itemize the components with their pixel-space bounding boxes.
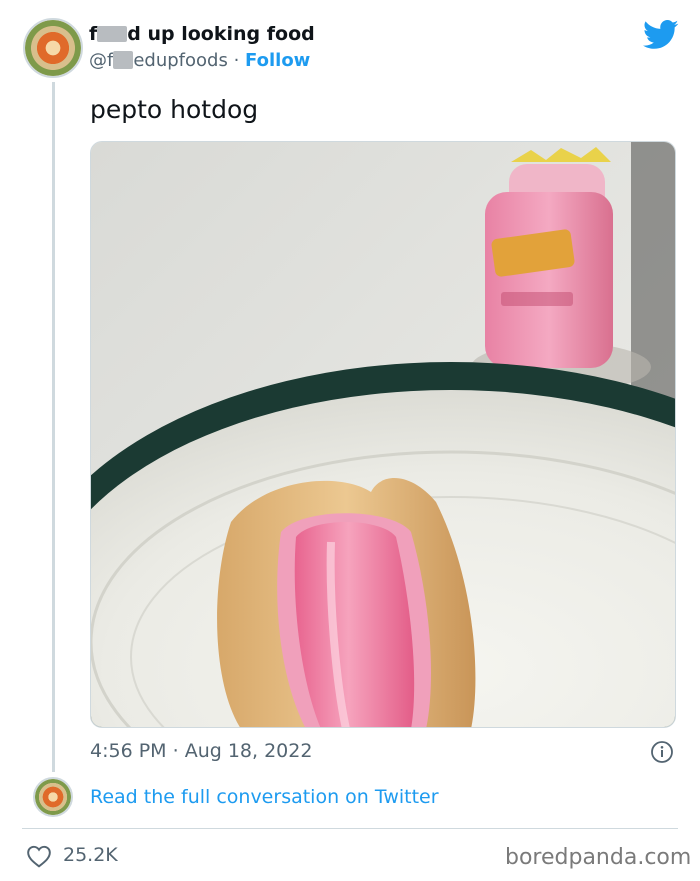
author-name-suffix: d up looking food bbox=[127, 23, 315, 45]
tweet-embed: fd up looking food @f edupfoods · Follow … bbox=[0, 0, 700, 881]
tweet-photo[interactable] bbox=[90, 141, 676, 728]
handle-suffix: edupfoods bbox=[133, 50, 228, 71]
read-conversation-link[interactable]: Read the full conversation on Twitter bbox=[90, 786, 439, 808]
author-name-prefix: f bbox=[89, 23, 98, 45]
twitter-bird-icon[interactable] bbox=[643, 20, 679, 50]
tweet-text: pepto hotdog bbox=[90, 95, 259, 124]
tweet-timestamp[interactable]: 4:56 PM · Aug 18, 2022 bbox=[90, 740, 312, 762]
separator: · bbox=[172, 740, 179, 762]
thread-line bbox=[52, 82, 55, 772]
conversation-avatar[interactable] bbox=[33, 777, 73, 817]
tweet-time: 4:56 PM bbox=[90, 740, 167, 762]
watermark: boredpanda.com bbox=[505, 845, 692, 870]
avatar[interactable] bbox=[23, 18, 83, 78]
separator: · bbox=[233, 50, 240, 71]
photo-illustration bbox=[91, 142, 675, 727]
censor-block bbox=[97, 26, 128, 42]
follow-button[interactable]: Follow bbox=[245, 50, 310, 71]
handle-prefix: @f bbox=[89, 50, 114, 71]
censor-block bbox=[113, 51, 134, 69]
heart-icon[interactable] bbox=[26, 844, 52, 868]
info-icon[interactable] bbox=[650, 740, 674, 764]
author-name[interactable]: f d up looking food bbox=[89, 23, 315, 45]
author-handle-line: @f edupfoods · Follow bbox=[89, 50, 310, 71]
tweet-date: Aug 18, 2022 bbox=[184, 740, 313, 762]
like-count: 25.2K bbox=[63, 844, 118, 866]
divider bbox=[22, 828, 678, 829]
